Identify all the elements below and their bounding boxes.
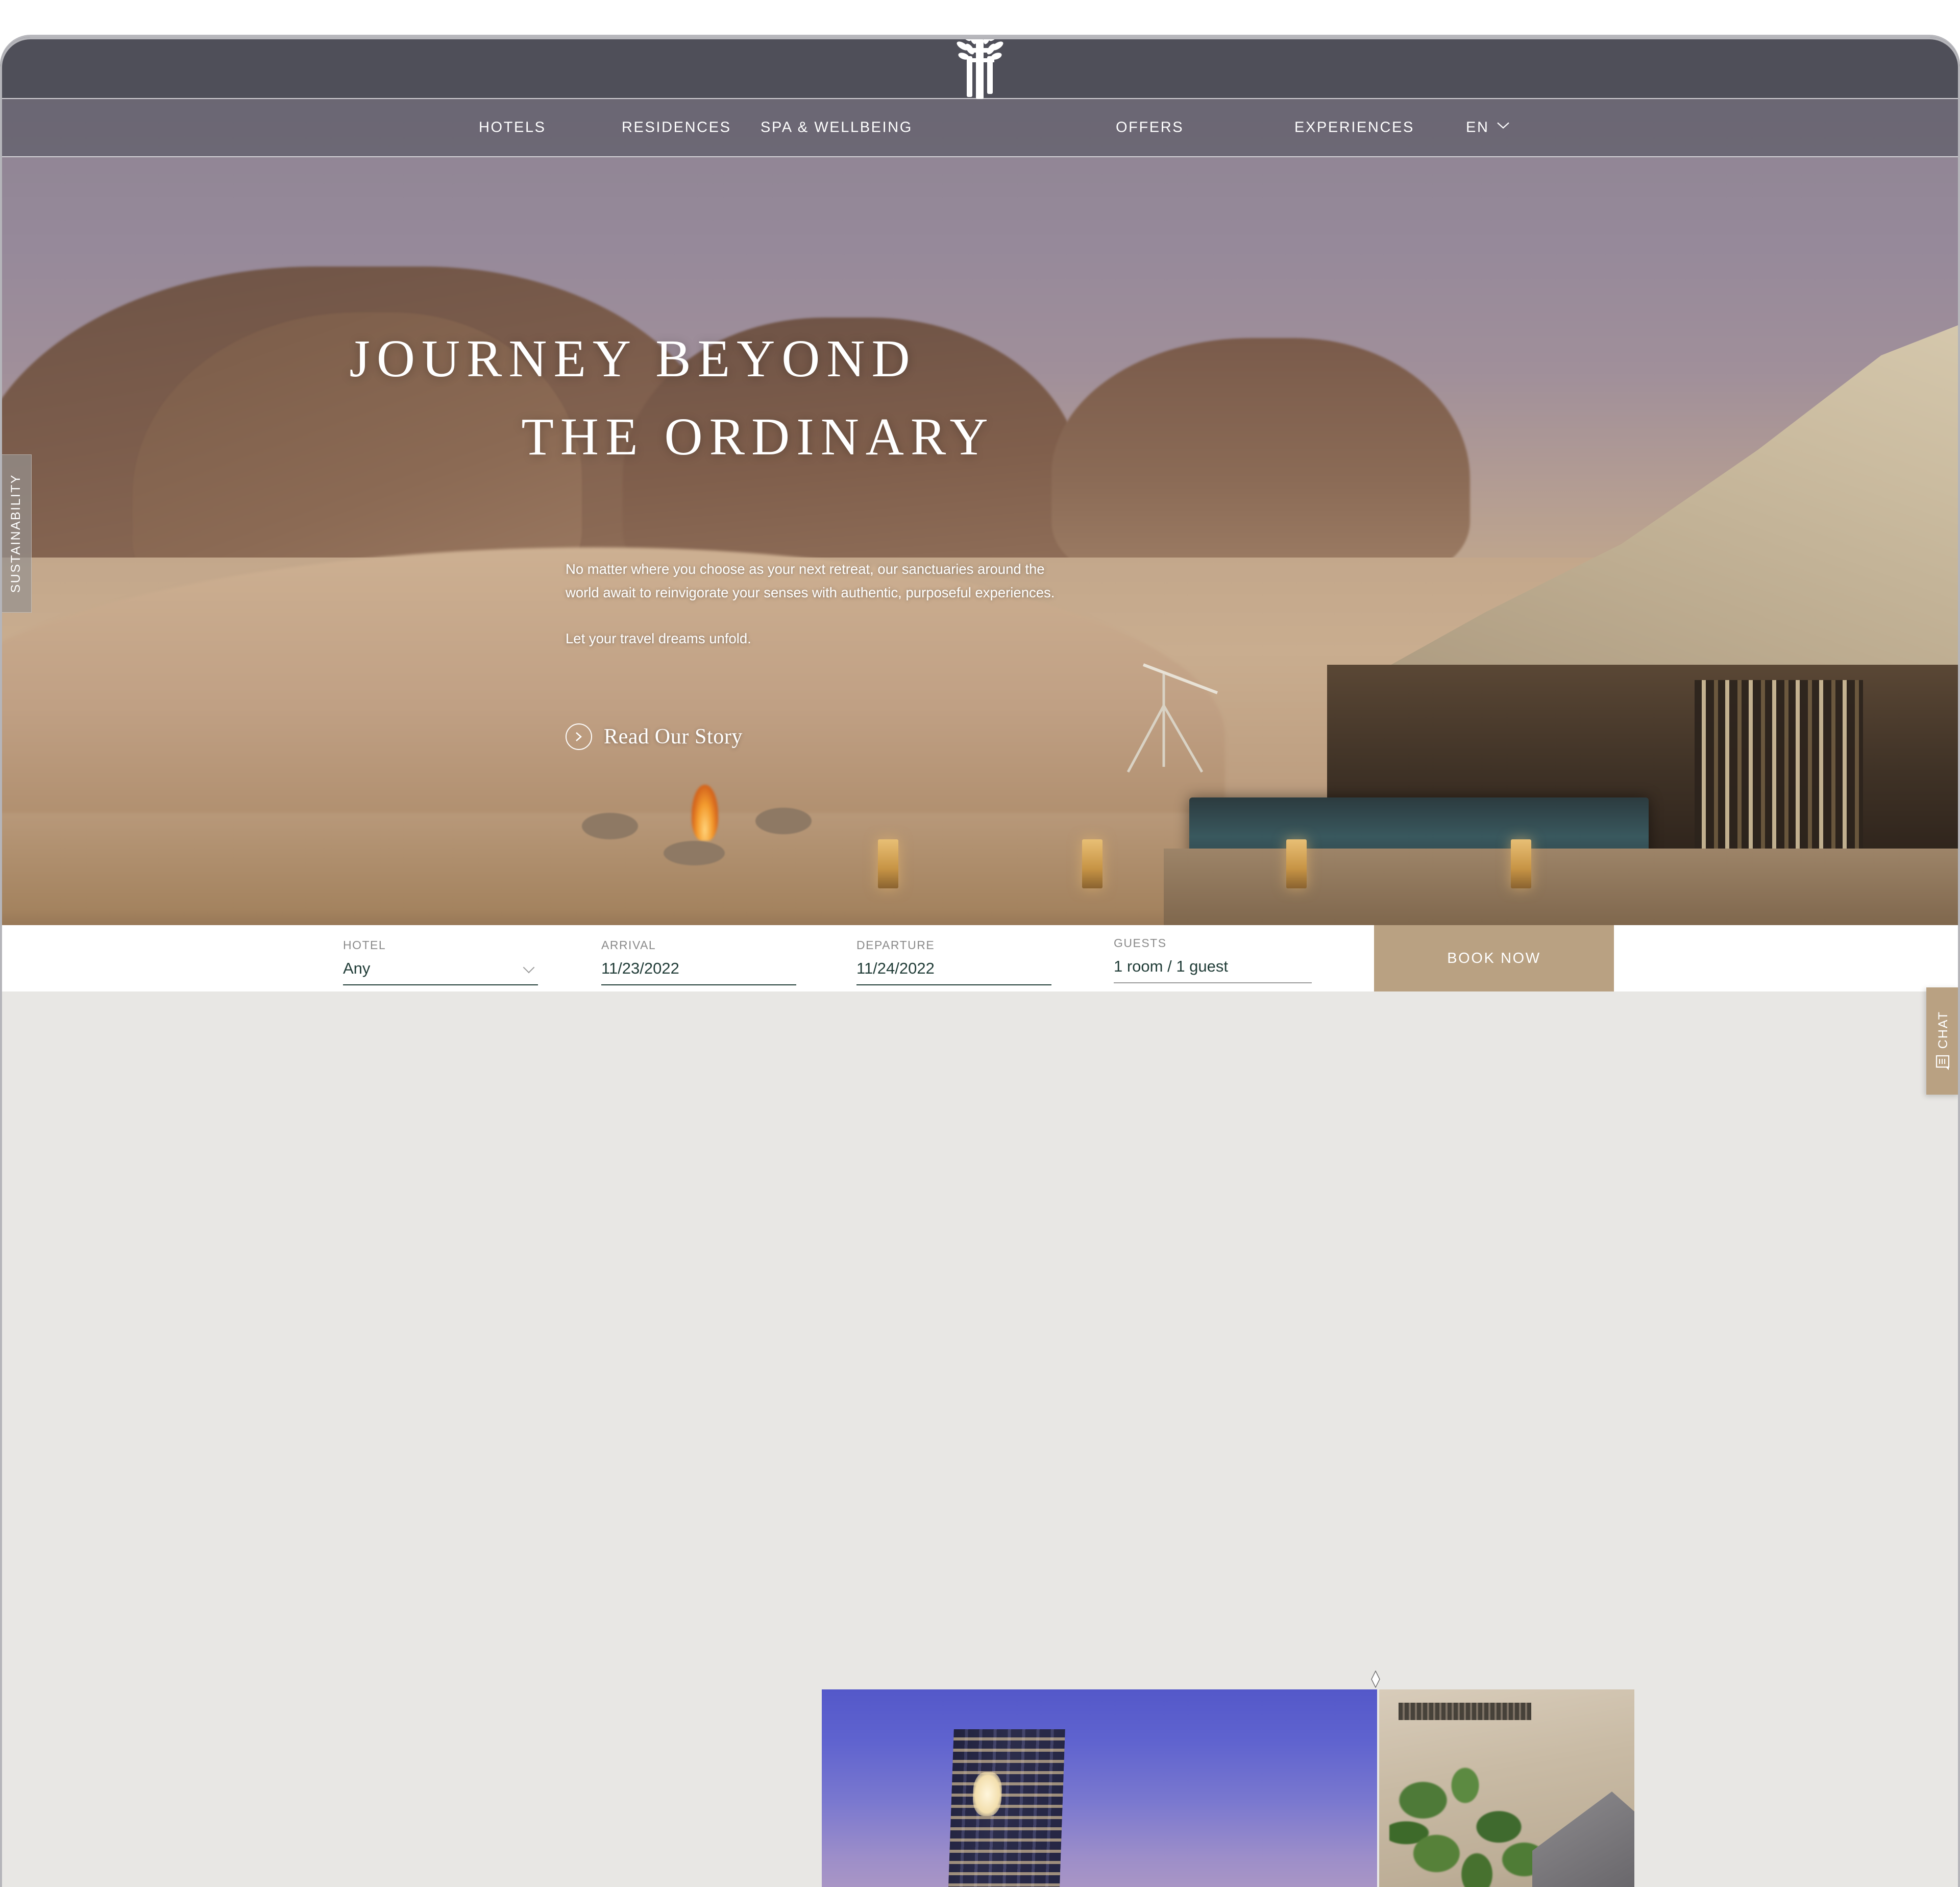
booking-bar: HOTEL Any ARRIVAL 11/23/2022 DEPARTURE 1…	[0, 925, 1960, 991]
carousel-drag-handle-icon[interactable]	[1369, 1671, 1382, 1688]
browser-window: JOURNEY BEYOND THE ORDINARY No matter wh…	[0, 37, 1960, 1887]
chevron-right-icon	[566, 723, 592, 750]
tree-logo[interactable]	[951, 37, 1011, 100]
chat-widget-tab[interactable]: CHAT	[1926, 987, 1960, 1095]
departure-date-input[interactable]: 11/24/2022	[856, 959, 1051, 985]
skyscraper	[947, 1729, 1065, 1887]
destination-image-resort[interactable]	[1379, 1689, 1634, 1887]
nav-item-spa-wellbeing[interactable]: SPA & WELLBEING	[761, 119, 913, 136]
language-selector-label[interactable]: EN	[1466, 119, 1489, 136]
hotel-field[interactable]: HOTEL Any	[343, 938, 538, 985]
hero-description: No matter where you choose as your next …	[566, 558, 1076, 650]
hero-title-line-1: JOURNEY BEYOND	[349, 329, 917, 388]
tower-windows	[947, 1729, 1065, 1887]
hero-title-line-2: THE ORDINARY	[521, 407, 995, 466]
sustainability-label: SUSTAINABILITY	[8, 474, 23, 593]
hero-paragraph-2: Let your travel dreams unfold.	[566, 631, 751, 647]
hotel-select[interactable]: Any	[343, 959, 538, 985]
arrival-date-input[interactable]: 11/23/2022	[601, 959, 796, 985]
guests-selector[interactable]: 1 room / 1 guest	[1114, 957, 1312, 983]
read-our-story-button[interactable]: Read Our Story	[566, 723, 743, 750]
arrival-field[interactable]: ARRIVAL 11/23/2022	[601, 938, 796, 985]
hero-section: JOURNEY BEYOND THE ORDINARY No matter wh…	[0, 98, 1960, 925]
guests-field[interactable]: GUESTS 1 room / 1 guest	[1114, 936, 1312, 983]
hotel-label: HOTEL	[343, 938, 386, 952]
guests-label: GUESTS	[1114, 936, 1167, 950]
nav-item-hotels[interactable]: HOTELS	[479, 119, 546, 136]
departure-label: DEPARTURE	[856, 938, 935, 952]
chevron-down-icon[interactable]	[523, 961, 535, 974]
chat-bubble-icon	[1935, 1055, 1950, 1071]
tower-light	[972, 1772, 1002, 1816]
chevron-down-icon[interactable]	[1496, 117, 1511, 134]
hero-content: JOURNEY BEYOND THE ORDINARY No matter wh…	[0, 98, 1960, 925]
read-our-story-label: Read Our Story	[604, 725, 743, 748]
chat-label: CHAT	[1935, 1010, 1950, 1049]
wall-panel	[1399, 1703, 1531, 1720]
destination-image-city[interactable]	[822, 1689, 1377, 1887]
main-navigation: HOTELS RESIDENCES SPA & WELLBEING OFFERS…	[0, 98, 1960, 157]
page-title: JOURNEY BEYOND THE ORDINARY	[0, 320, 1266, 476]
book-now-button[interactable]: BOOK NOW	[1374, 925, 1614, 991]
departure-field[interactable]: DEPARTURE 11/24/2022	[856, 938, 1051, 985]
arrival-label: ARRIVAL	[601, 938, 656, 952]
sustainability-tab[interactable]: SUSTAINABILITY	[0, 454, 32, 613]
nav-item-residences[interactable]: RESIDENCES	[622, 119, 731, 136]
hotel-value: Any	[343, 959, 371, 977]
nav-item-experiences[interactable]: EXPERIENCES	[1294, 119, 1414, 136]
hero-paragraph-1: No matter where you choose as your next …	[566, 561, 1055, 600]
nav-item-offers[interactable]: OFFERS	[1116, 119, 1184, 136]
